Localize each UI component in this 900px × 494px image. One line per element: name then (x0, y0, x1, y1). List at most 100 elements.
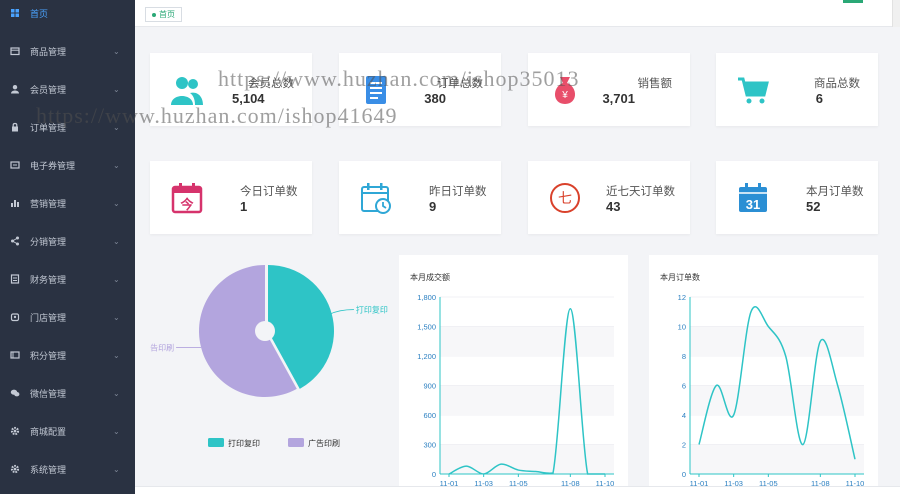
stat-value: 9 (429, 199, 437, 214)
chevron-down-icon[interactable]: ⌄ (113, 427, 123, 436)
sidebar-item-menu-5[interactable]: 营销管理 ⌄ (0, 190, 135, 216)
pie-center-hole (255, 321, 275, 341)
box-icon (9, 45, 21, 57)
sidebar-item-menu-1[interactable]: 商品管理 ⌄ (0, 38, 135, 64)
sidebar-item-home[interactable]: 首页 (0, 0, 135, 26)
sidebar-item-label: 会员管理 (30, 84, 67, 95)
stat-value: 1 (240, 199, 248, 214)
stat-card-members[interactable]: 会员总数 5,104 (150, 53, 312, 126)
calendar-today-glyph: 今 (179, 197, 194, 212)
pie-label-line (328, 309, 354, 315)
dashboard-icon (9, 7, 21, 19)
stat-card-sales[interactable]: ¥ 销售额 3,701 (528, 53, 690, 126)
wechat-icon (9, 387, 21, 399)
line-chart-sales-amount: 03006009001,2001,5001,80011-01 11-03 11-05… (417, 293, 614, 487)
stat-label: 订单总数 (437, 78, 483, 90)
legend-swatch[interactable] (288, 438, 304, 447)
chevron-down-icon[interactable]: ⌄ (113, 161, 123, 170)
pie-chart-panel: 打印复印广告印刷打印复印广告印刷 (142, 255, 390, 480)
sidebar: 首页 商品管理 ⌄ 会员管理 ⌄ 订单管理 ⌄ 电子券管理 ⌄ 营销管理 ⌄ 分销管理 ⌄ 财务管理 ⌄ 门店… (0, 0, 135, 494)
y-tick-label: 10 (678, 323, 686, 332)
grid-band (440, 326, 614, 356)
y-tick-label: 4 (682, 411, 686, 420)
calendar-31-glyph: 31 (746, 197, 760, 212)
coupon-icon (9, 159, 21, 171)
chevron-down-icon[interactable]: ⌄ (113, 47, 123, 56)
sidebar-item-menu-12[interactable]: 系统管理 ⌄ (0, 456, 135, 482)
chevron-down-icon[interactable]: ⌄ (113, 85, 123, 94)
y-tick-label: 900 (423, 382, 436, 391)
chevron-down-icon[interactable]: ⌄ (113, 351, 123, 360)
stat-label: 销售额 (637, 78, 673, 90)
stat-label: 近七天订单数 (606, 186, 675, 198)
sidebar-item-label: 营销管理 (30, 198, 67, 209)
sidebar-item-label: 订单管理 (30, 122, 67, 133)
y-tick-label: 1,500 (417, 323, 436, 332)
y-tick-label: 12 (678, 293, 686, 302)
calendar-clock-icon (359, 181, 393, 215)
stat-label: 本月订单数 (806, 186, 864, 198)
y-tick-label: 1,200 (417, 352, 436, 361)
chevron-down-icon[interactable]: ⌄ (113, 313, 123, 322)
lock-icon (9, 121, 21, 133)
scrollbar[interactable] (892, 0, 900, 27)
legend-label[interactable]: 打印复印 (228, 438, 260, 448)
calendar-today-icon: 今 (170, 181, 204, 215)
stat-card-today-orders[interactable]: 今 今日订单数 1 (150, 161, 312, 234)
chevron-down-icon[interactable]: ⌄ (113, 123, 123, 132)
stat-card-yesterday-orders[interactable]: 昨日订单数 9 (339, 161, 501, 234)
chevron-down-icon[interactable]: ⌄ (113, 237, 123, 246)
sidebar-item-label: 电子券管理 (30, 160, 76, 171)
chart-panel-order-count: 本月订单数 0 2 4 6 8 10 12 11-01 11-03 11-05 11-08 11-10 (649, 255, 878, 487)
y-tick-label: 2 (682, 441, 686, 450)
stat-card-orders[interactable]: 订单总数 380 (339, 53, 501, 126)
sidebar-item-label: 系统管理 (30, 464, 67, 475)
pie-slice-label: 打印复印 (356, 305, 388, 315)
stat-value: 5,104 (232, 91, 265, 106)
y-tick-label: 1,800 (417, 293, 436, 302)
tab-active-dot (152, 12, 156, 17)
sidebar-item-menu-4[interactable]: 电子券管理 ⌄ (0, 152, 135, 178)
chevron-down-icon[interactable]: ⌄ (113, 199, 123, 208)
gear-icon (9, 463, 21, 475)
stat-card-seven-day-orders[interactable]: 七 近七天订单数 43 (528, 161, 690, 234)
y-tick-label: 0 (432, 470, 436, 479)
stat-card-products[interactable]: 商品总数 6 (716, 53, 878, 126)
calendar-31-icon: 31 (736, 181, 770, 215)
legend-label[interactable]: 广告印刷 (308, 438, 340, 448)
sidebar-item-label: 首页 (30, 8, 49, 19)
stat-card-month-orders[interactable]: 31 本月订单数 52 (716, 161, 878, 234)
gear-icon (9, 425, 21, 437)
chevron-down-icon[interactable]: ⌄ (113, 389, 123, 398)
top-right-indicator[interactable] (843, 0, 863, 3)
sidebar-item-menu-10[interactable]: 微信管理 ⌄ (0, 380, 135, 406)
stat-label: 商品总数 (814, 78, 860, 90)
y-tick-label: 300 (423, 441, 436, 450)
grid-band (690, 385, 864, 415)
sidebar-item-menu-6[interactable]: 分销管理 ⌄ (0, 228, 135, 254)
sidebar-item-menu-11[interactable]: 商城配置 ⌄ (0, 418, 135, 444)
stat-label: 会员总数 (248, 78, 294, 90)
card-icon (9, 349, 21, 361)
sidebar-item-menu-7[interactable]: 财务管理 ⌄ (0, 266, 135, 292)
sidebar-item-label: 财务管理 (30, 274, 67, 285)
sidebar-item-label: 分销管理 (30, 236, 67, 247)
money-bag-icon: ¥ (548, 73, 582, 107)
chevron-down-icon[interactable]: ⌄ (113, 275, 123, 284)
ledger-icon (9, 273, 21, 285)
sidebar-item-label: 微信管理 (30, 388, 67, 399)
legend-swatch[interactable] (208, 438, 224, 447)
tab-home[interactable]: 首页 (145, 7, 182, 22)
sidebar-item-label: 积分管理 (30, 350, 67, 361)
chart-panel-sales-amount: 本月成交额 0 300 600 900 1,200 1,500 1,800 11-01 11-0… (399, 255, 628, 487)
stat-value: 43 (606, 199, 621, 214)
cart-icon (736, 73, 770, 107)
sidebar-item-menu-9[interactable]: 积分管理 ⌄ (0, 342, 135, 368)
top-bar: 首页 (135, 0, 900, 27)
sidebar-item-menu-2[interactable]: 会员管理 ⌄ (0, 76, 135, 102)
stat-value: 380 (424, 91, 446, 106)
sidebar-item-menu-8[interactable]: 门店管理 ⌄ (0, 304, 135, 330)
y-tick-label: 8 (682, 352, 686, 361)
chevron-down-icon[interactable]: ⌄ (113, 465, 123, 474)
sidebar-item-menu-3[interactable]: 订单管理 ⌄ (0, 114, 135, 140)
